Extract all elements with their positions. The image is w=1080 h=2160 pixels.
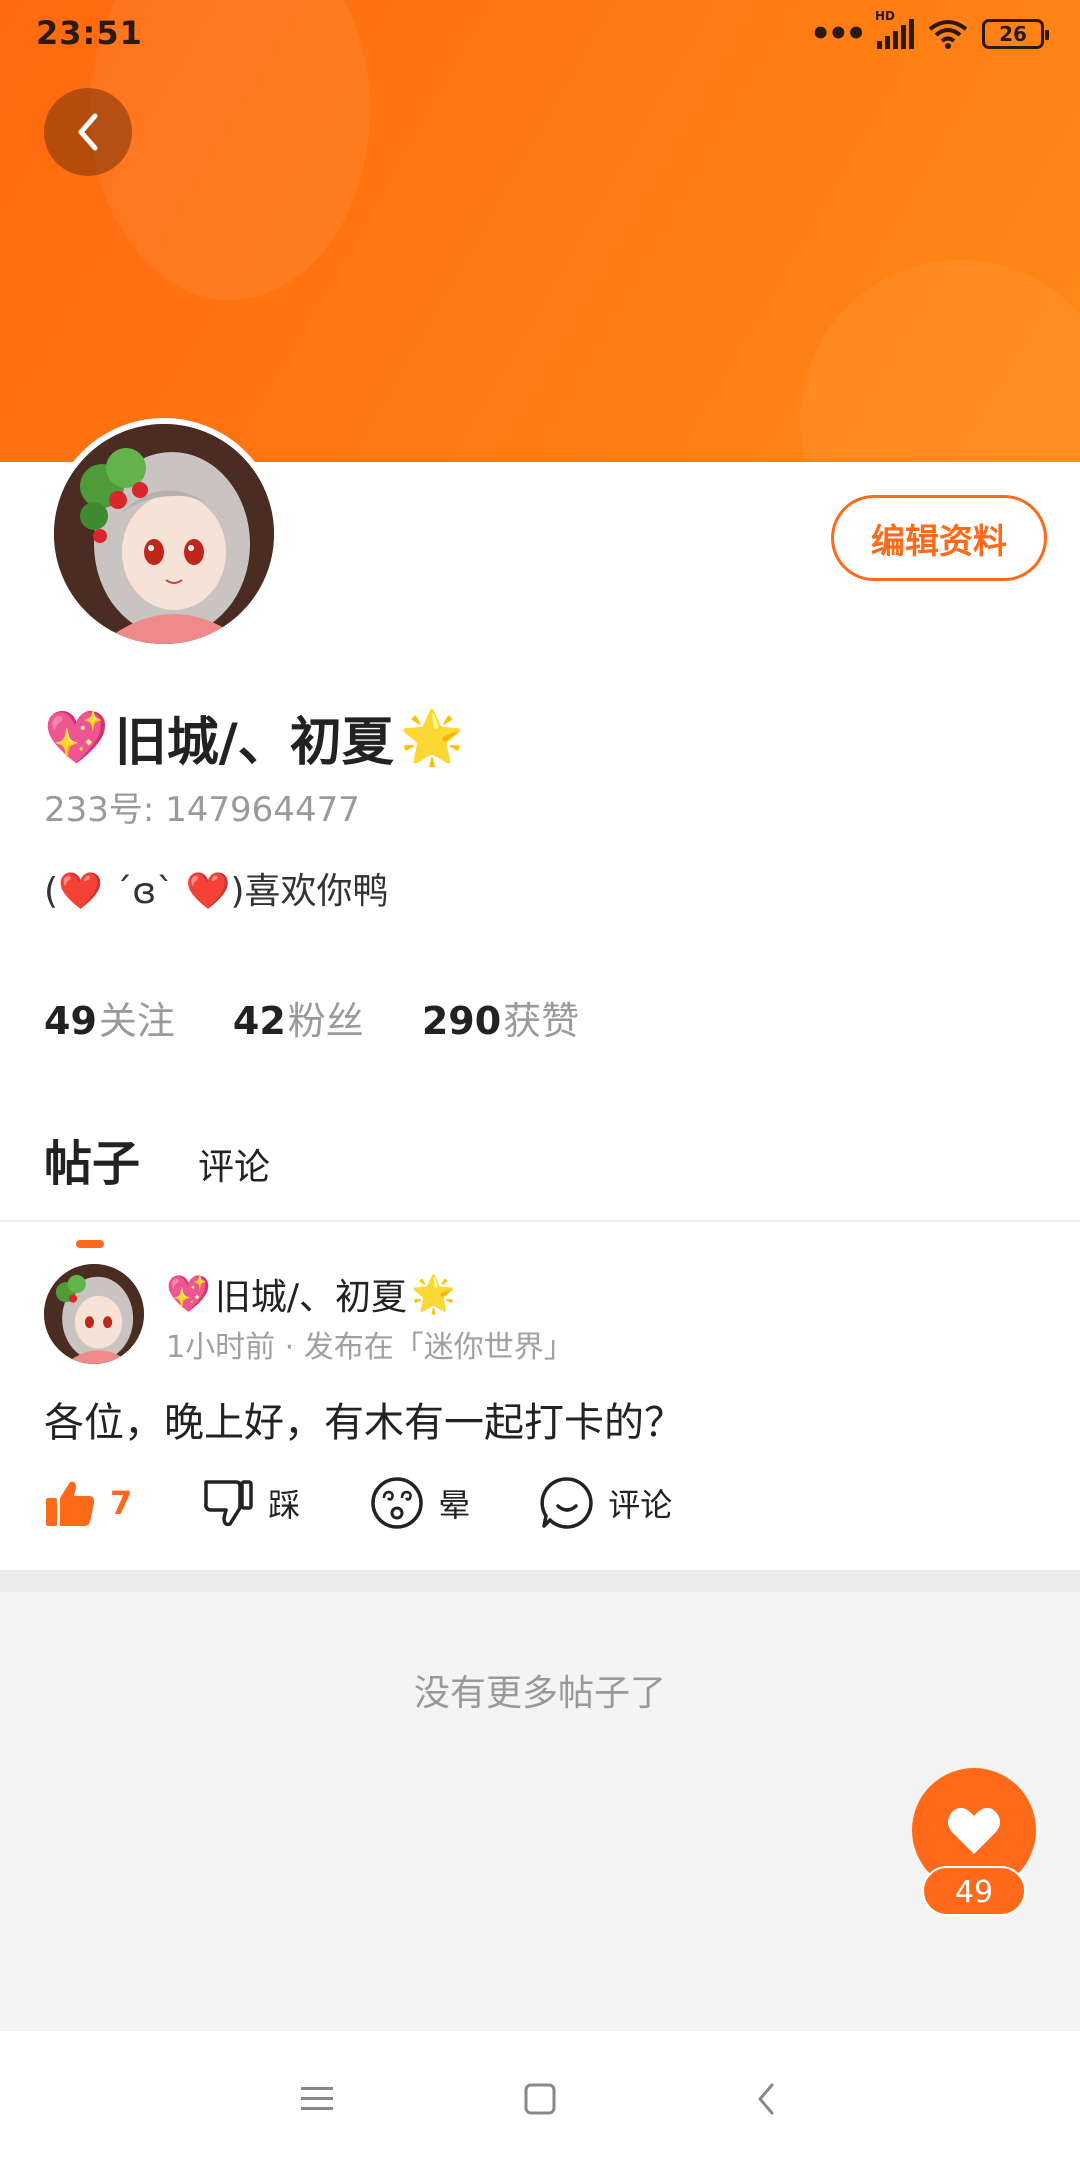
thumbs-down-icon: [204, 1480, 254, 1527]
dislike-button[interactable]: 踩: [202, 1478, 300, 1528]
tab-posts-label: 帖子: [44, 1136, 141, 1192]
battery-icon: 26: [982, 19, 1049, 49]
chevron-left-icon: [758, 2083, 774, 2115]
back-button[interactable]: [44, 88, 132, 176]
menu-button[interactable]: [287, 2069, 347, 2129]
comment-icon: [540, 1477, 593, 1529]
followers-count: 42: [232, 999, 286, 1043]
system-nav-bar: [0, 2030, 1080, 2160]
avatar-illustration: [54, 424, 274, 644]
edit-profile-button[interactable]: 编辑资料: [831, 495, 1047, 581]
post-author-avatar[interactable]: [44, 1264, 144, 1364]
thumbs-up-icon: [46, 1481, 95, 1526]
tab-divider: [0, 1220, 1080, 1222]
heart-icon: [948, 1807, 1000, 1854]
square-icon: [524, 2083, 556, 2115]
post-author-name[interactable]: 💖 旧城/、初夏 🌟: [166, 1268, 456, 1320]
following-label: 关注: [98, 999, 175, 1043]
dizzy-face-icon: [371, 1477, 424, 1529]
back-nav-button[interactable]: [736, 2069, 796, 2129]
post-content[interactable]: 各位，晚上好，有木有一起打卡的？: [44, 1390, 684, 1448]
like-count: 7: [110, 1484, 133, 1522]
dizzy-label: 晕: [438, 1486, 471, 1524]
comment-button[interactable]: 评论: [540, 1476, 672, 1530]
tab-posts[interactable]: 帖子: [44, 1124, 141, 1248]
profile-name: 💖 旧城/、初夏 🌟: [44, 700, 465, 775]
heart-emoji: 💖: [44, 708, 109, 768]
post-author-text: 旧城/、初夏: [214, 1277, 407, 1318]
wifi-icon: [928, 20, 968, 49]
profile-name-text: 旧城/、初夏: [114, 713, 394, 773]
followers-label: 粉丝: [287, 999, 364, 1043]
followers-stat[interactable]: 42粉丝: [233, 990, 364, 1045]
likes-stat[interactable]: 290获赞: [422, 990, 579, 1045]
banner-decoration: [800, 260, 1080, 462]
post-meta: 1小时前 · 发布在「迷你世界」: [166, 1330, 574, 1365]
user-id: 233号: 147964477: [44, 790, 360, 830]
more-dots-icon: •••: [809, 14, 867, 54]
dislike-label: 踩: [268, 1486, 301, 1524]
section-separator: [0, 1570, 1080, 1592]
likes-label: 获赞: [503, 999, 580, 1043]
star-emoji: 🌟: [399, 708, 465, 768]
dizzy-button[interactable]: 晕: [370, 1476, 470, 1530]
no-more-posts: 没有更多帖子了: [413, 1673, 666, 1714]
star-emoji: 🌟: [410, 1274, 456, 1315]
status-time: 23:51: [36, 14, 143, 52]
list-footer-area: [0, 1570, 1080, 2030]
comment-label: 评论: [608, 1486, 673, 1524]
chevron-left-icon: [78, 113, 98, 151]
signal-icon: HD: [875, 9, 914, 49]
menu-icon: [301, 2087, 333, 2110]
profile-banner: [0, 0, 1080, 462]
tab-comments[interactable]: 评论: [198, 1138, 270, 1194]
post-actions: 7 踩 晕 评论: [44, 1476, 742, 1530]
status-bar: 23:51 ••• HD 26: [0, 0, 1080, 66]
network-label: HD: [875, 9, 896, 23]
following-count: 49: [44, 999, 97, 1043]
avatar-illustration: [44, 1264, 144, 1364]
following-stat[interactable]: 49关注: [44, 990, 175, 1045]
like-button[interactable]: 7: [44, 1478, 132, 1528]
profile-stats: 49关注 42粉丝 290获赞: [44, 990, 579, 1045]
status-icons: ••• HD 26: [809, 9, 1049, 54]
tab-indicator: [76, 1240, 104, 1248]
avatar[interactable]: [48, 418, 280, 650]
home-button[interactable]: [510, 2069, 570, 2129]
user-bio: (❤️ ˊɞˋ ❤️)喜欢你鸭: [44, 871, 389, 912]
profile-tabs: 帖子 评论: [44, 1124, 270, 1248]
like-fab-count: 49: [922, 1866, 1026, 1916]
heart-emoji: 💖: [166, 1274, 211, 1315]
likes-count: 290: [421, 999, 502, 1043]
